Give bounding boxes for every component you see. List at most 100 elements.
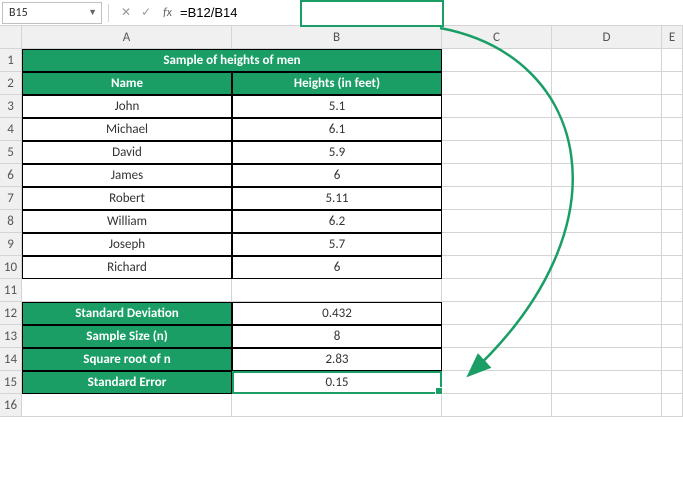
column-header-a[interactable]: A: [22, 26, 232, 49]
data-height-4[interactable]: 6.1: [232, 118, 442, 141]
data-height-10[interactable]: 6: [232, 256, 442, 279]
data-height-5[interactable]: 5.9: [232, 141, 442, 164]
cell-e5[interactable]: [662, 141, 683, 164]
corner-cell[interactable]: [0, 26, 22, 49]
row-header-11[interactable]: 11: [0, 279, 22, 302]
cell-e10[interactable]: [662, 256, 683, 279]
data-name-3[interactable]: John: [22, 95, 232, 118]
cell-d6[interactable]: [552, 164, 662, 187]
cell-e8[interactable]: [662, 210, 683, 233]
cell-d13[interactable]: [552, 325, 662, 348]
cell-d12[interactable]: [552, 302, 662, 325]
cell-d10[interactable]: [552, 256, 662, 279]
cell-c8[interactable]: [442, 210, 552, 233]
cell-d3[interactable]: [552, 95, 662, 118]
cell-11-3[interactable]: [552, 279, 662, 302]
column-header-d[interactable]: D: [552, 26, 662, 49]
data-height-7[interactable]: 5.11: [232, 187, 442, 210]
row-header-8[interactable]: 8: [0, 210, 22, 233]
stat-value-12[interactable]: 0.432: [232, 302, 442, 325]
fx-icon[interactable]: fx: [163, 6, 172, 20]
cell-16-4[interactable]: [662, 394, 683, 417]
row-header-5[interactable]: 5: [0, 141, 22, 164]
row-header-10[interactable]: 10: [0, 256, 22, 279]
cell-d8[interactable]: [552, 210, 662, 233]
cancel-icon[interactable]: ✕: [121, 5, 131, 20]
row-header-6[interactable]: 6: [0, 164, 22, 187]
data-height-6[interactable]: 6: [232, 164, 442, 187]
cell-d15[interactable]: [552, 371, 662, 394]
cell-c5[interactable]: [442, 141, 552, 164]
spreadsheet-grid[interactable]: ABCDE1Sample of heights of men2NameHeigh…: [0, 26, 683, 417]
cell-11-0[interactable]: [22, 279, 232, 302]
cell-e1[interactable]: [662, 49, 683, 72]
data-name-10[interactable]: Richard: [22, 256, 232, 279]
cell-e9[interactable]: [662, 233, 683, 256]
data-name-4[interactable]: Michael: [22, 118, 232, 141]
row-header-9[interactable]: 9: [0, 233, 22, 256]
cell-e6[interactable]: [662, 164, 683, 187]
data-name-7[interactable]: Robert: [22, 187, 232, 210]
row-header-4[interactable]: 4: [0, 118, 22, 141]
row-header-12[interactable]: 12: [0, 302, 22, 325]
cell-16-2[interactable]: [442, 394, 552, 417]
cell-11-2[interactable]: [442, 279, 552, 302]
data-name-5[interactable]: David: [22, 141, 232, 164]
cell-c9[interactable]: [442, 233, 552, 256]
cell-e13[interactable]: [662, 325, 683, 348]
cell-e12[interactable]: [662, 302, 683, 325]
row-header-15[interactable]: 15: [0, 371, 22, 394]
cell-c4[interactable]: [442, 118, 552, 141]
column-header-c[interactable]: C: [442, 26, 552, 49]
cell-c6[interactable]: [442, 164, 552, 187]
cell-e4[interactable]: [662, 118, 683, 141]
data-height-9[interactable]: 5.7: [232, 233, 442, 256]
cell-c10[interactable]: [442, 256, 552, 279]
cell-d4[interactable]: [552, 118, 662, 141]
row-header-2[interactable]: 2: [0, 72, 22, 95]
cell-c2[interactable]: [442, 72, 552, 95]
cell-11-1[interactable]: [232, 279, 442, 302]
column-header-e[interactable]: E: [662, 26, 683, 49]
row-header-1[interactable]: 1: [0, 49, 22, 72]
row-header-14[interactable]: 14: [0, 348, 22, 371]
data-name-9[interactable]: Joseph: [22, 233, 232, 256]
row-header-7[interactable]: 7: [0, 187, 22, 210]
cell-c15[interactable]: [442, 371, 552, 394]
cell-e3[interactable]: [662, 95, 683, 118]
cell-c7[interactable]: [442, 187, 552, 210]
data-height-8[interactable]: 6.2: [232, 210, 442, 233]
row-header-3[interactable]: 3: [0, 95, 22, 118]
cell-d1[interactable]: [552, 49, 662, 72]
row-header-13[interactable]: 13: [0, 325, 22, 348]
cell-16-1[interactable]: [232, 394, 442, 417]
name-box[interactable]: B15 ▼: [2, 2, 102, 24]
cell-d2[interactable]: [552, 72, 662, 95]
cell-16-0[interactable]: [22, 394, 232, 417]
cell-d5[interactable]: [552, 141, 662, 164]
stat-value-13[interactable]: 8: [232, 325, 442, 348]
cell-e15[interactable]: [662, 371, 683, 394]
stat-value-15[interactable]: 0.15: [232, 371, 442, 394]
cell-11-4[interactable]: [662, 279, 683, 302]
row-header-16[interactable]: 16: [0, 394, 22, 417]
chevron-down-icon[interactable]: ▼: [88, 7, 97, 18]
cell-d9[interactable]: [552, 233, 662, 256]
data-height-3[interactable]: 5.1: [232, 95, 442, 118]
cell-d7[interactable]: [552, 187, 662, 210]
cell-c1[interactable]: [442, 49, 552, 72]
cell-e7[interactable]: [662, 187, 683, 210]
cell-c14[interactable]: [442, 348, 552, 371]
cell-c12[interactable]: [442, 302, 552, 325]
cell-16-3[interactable]: [552, 394, 662, 417]
data-name-6[interactable]: James: [22, 164, 232, 187]
cell-e2[interactable]: [662, 72, 683, 95]
cell-c13[interactable]: [442, 325, 552, 348]
cell-c3[interactable]: [442, 95, 552, 118]
enter-icon[interactable]: ✓: [141, 5, 151, 20]
stat-value-14[interactable]: 2.83: [232, 348, 442, 371]
column-header-b[interactable]: B: [232, 26, 442, 49]
cell-e14[interactable]: [662, 348, 683, 371]
formula-input[interactable]: [176, 2, 683, 24]
data-name-8[interactable]: William: [22, 210, 232, 233]
